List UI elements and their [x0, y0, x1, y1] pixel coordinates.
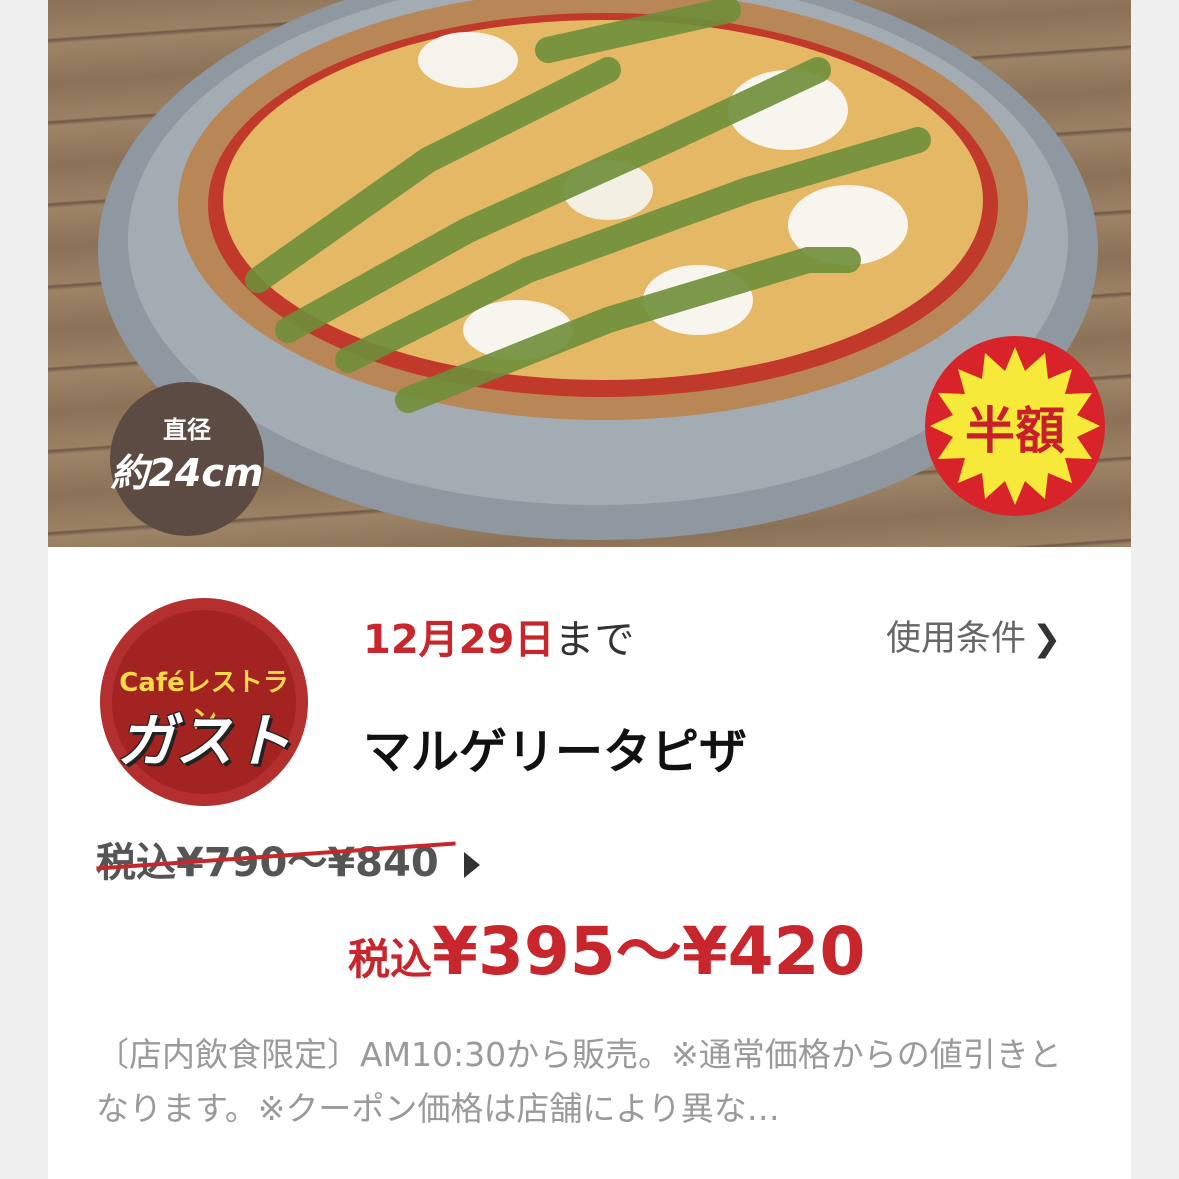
terms-link[interactable]: 使用条件 ❯ [886, 610, 1061, 661]
brand-logo: Caféレストラン ガスト [100, 598, 308, 806]
coupon-card[interactable]: 直径 約24cm 半額 Caféレストラン ガスト 12月29日まで 使用条件 ❯… [48, 0, 1131, 1179]
original-price: 税込¥790〜¥840 [96, 840, 439, 886]
size-badge-value: 約24cm [110, 451, 264, 495]
price-arrow-icon [464, 852, 480, 878]
size-badge-label: 直径 [163, 416, 211, 444]
size-badge: 直径 約24cm [110, 382, 264, 536]
expiry-date-value: 12月29日 [363, 617, 555, 663]
expiry-date: 12月29日まで [363, 607, 634, 665]
half-price-label: 半額 [965, 402, 1065, 460]
coupon-note: 〔店内飲食限定〕AM10:30から販売。※通常価格からの値引きとなります。※クー… [96, 1035, 1062, 1128]
discount-price-value: ¥395〜¥420 [432, 913, 866, 990]
pizza-photo: 直径 約24cm 半額 [48, 0, 1131, 547]
discount-price: 税込¥395〜¥420 [348, 898, 865, 994]
discount-price-prefix: 税込 [348, 935, 433, 984]
brand-logo-inner: Caféレストラン ガスト [112, 610, 296, 794]
half-price-badge: 半額 [922, 333, 1108, 519]
expiry-date-suffix: まで [554, 617, 635, 663]
brand-logo-title: ガスト [116, 707, 291, 775]
product-name: マルゲリータピザ [363, 724, 748, 780]
terms-label: 使用条件 [886, 619, 1027, 659]
chevron-right-icon: ❯ [1032, 619, 1062, 659]
